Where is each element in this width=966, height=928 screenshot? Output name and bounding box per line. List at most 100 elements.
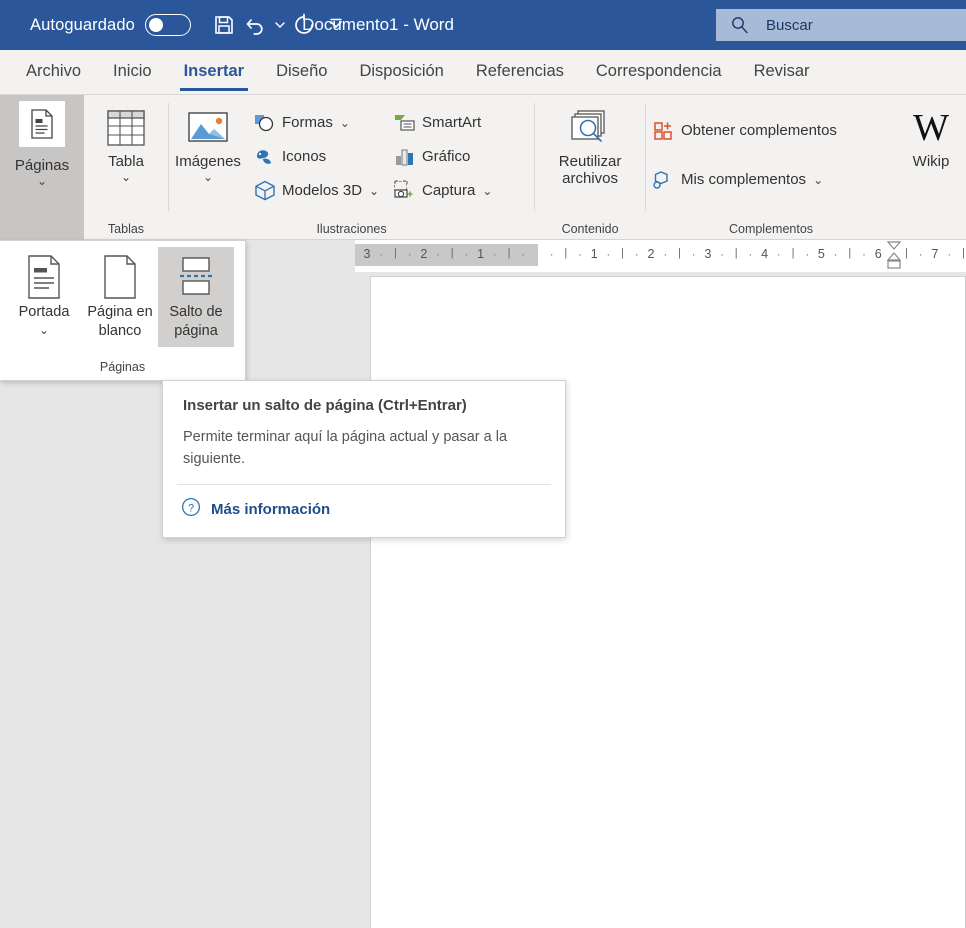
ruler-tick: | bbox=[564, 247, 568, 259]
smartart-icon bbox=[393, 113, 417, 133]
gallery-item-portada[interactable]: Portada ⌄ bbox=[6, 247, 82, 347]
my-addins-icon bbox=[652, 170, 676, 190]
complementos-col: Obtener complementos Mis complementos ⌄ bbox=[646, 101, 896, 193]
ruler-tick: | bbox=[450, 247, 454, 259]
ruler-tick: · bbox=[776, 247, 781, 261]
table-grid-icon bbox=[106, 105, 146, 151]
gallery-item-pagina-en-blanco[interactable]: Página en blanco bbox=[82, 247, 158, 347]
mis-complementos-label: Mis complementos bbox=[681, 171, 807, 188]
wikipedia-button[interactable]: W Wikip bbox=[896, 101, 966, 170]
mis-complementos-caret-icon[interactable]: ⌄ bbox=[813, 173, 823, 187]
iconos-label: Iconos bbox=[281, 148, 327, 165]
smartart-label: SmartArt bbox=[421, 114, 482, 131]
ribbon-group-contenido: Reutilizar archivos Contenido bbox=[535, 95, 645, 240]
svg-text:?: ? bbox=[188, 502, 194, 514]
captura-button[interactable]: Captura ⌄ bbox=[387, 177, 527, 204]
reutilizar-archivos-button[interactable]: Reutilizar archivos bbox=[538, 101, 642, 187]
ruler-tick: 5 bbox=[817, 247, 825, 261]
ilustraciones-col-1: Formas ⌄ Iconos Modelos 3D ⌄ bbox=[247, 101, 387, 204]
tab-correspondencia[interactable]: Correspondencia bbox=[580, 49, 738, 94]
gallery-item-pagina-en-blanco-label: Página en blanco bbox=[87, 304, 153, 339]
cover-page-icon bbox=[26, 251, 62, 303]
tab-disposicion[interactable]: Disposición bbox=[343, 49, 459, 94]
wikipedia-label: Wikip bbox=[912, 153, 950, 170]
gallery-item-portada-label: Portada bbox=[18, 304, 70, 320]
captura-caret-icon[interactable]: ⌄ bbox=[482, 184, 492, 198]
tab-inicio[interactable]: Inicio bbox=[97, 49, 168, 94]
ribbon-group-ilustraciones: Imágenes ⌄ Formas ⌄ Iconos Modelos 3D ⌄ … bbox=[169, 95, 534, 240]
page-break-icon bbox=[176, 251, 216, 303]
grafico-button[interactable]: Gráfico bbox=[387, 143, 527, 170]
obtener-complementos-button[interactable]: Obtener complementos bbox=[646, 117, 896, 144]
gallery-item-salto-de-pagina[interactable]: Salto de página bbox=[158, 247, 234, 347]
ruler-tick: 2 bbox=[420, 247, 428, 261]
paginas-button[interactable]: Páginas ⌄ bbox=[0, 95, 84, 240]
tab-referencias[interactable]: Referencias bbox=[460, 49, 580, 94]
ruler-tick: · bbox=[492, 247, 497, 261]
tooltip-title: Insertar un salto de página (Ctrl+Entrar… bbox=[183, 397, 467, 414]
mis-complementos-button[interactable]: Mis complementos ⌄ bbox=[646, 166, 896, 193]
formas-button[interactable]: Formas ⌄ bbox=[247, 109, 387, 136]
tab-archivo[interactable]: Archivo bbox=[10, 49, 97, 94]
modelos3d-button[interactable]: Modelos 3D ⌄ bbox=[247, 177, 387, 204]
ruler-tick: · bbox=[436, 247, 440, 261]
ruler-tick: · bbox=[805, 247, 810, 261]
modelos3d-caret-icon[interactable]: ⌄ bbox=[369, 184, 379, 198]
icons-bird-icon bbox=[253, 147, 277, 167]
paginas-gallery-items: Portada ⌄ Página en blanco Salto de pági… bbox=[0, 241, 245, 347]
paginas-caret-icon[interactable]: ⌄ bbox=[37, 175, 47, 187]
ribbon-group-complementos: Obtener complementos Mis complementos ⌄ … bbox=[646, 95, 966, 240]
tooltip-more-info[interactable]: ? Más información bbox=[163, 485, 565, 522]
document-page-1[interactable] bbox=[370, 276, 966, 928]
undo-dropdown-icon[interactable] bbox=[273, 9, 287, 41]
imagenes-caret-icon[interactable]: ⌄ bbox=[203, 171, 213, 183]
indent-marker-icon[interactable] bbox=[886, 241, 902, 271]
tabla-button[interactable]: Tabla ⌄ bbox=[84, 101, 168, 183]
paginas-dropdown-gallery: Portada ⌄ Página en blanco Salto de pági… bbox=[0, 240, 246, 381]
tab-insertar[interactable]: Insertar bbox=[168, 49, 261, 94]
ruler-tick: 1 bbox=[590, 247, 598, 261]
imagenes-button-label: Imágenes bbox=[175, 153, 241, 170]
autosave-toggle[interactable] bbox=[144, 14, 191, 36]
tooltip-more-info-link[interactable]: Más información bbox=[211, 501, 330, 518]
ruler-tick: · bbox=[691, 247, 696, 261]
tabla-caret-icon[interactable]: ⌄ bbox=[121, 171, 131, 183]
cube-3d-icon bbox=[253, 180, 277, 201]
undo-icon[interactable] bbox=[241, 9, 271, 41]
captura-label: Captura bbox=[421, 182, 476, 199]
gallery-item-salto-de-pagina-label: Salto de página bbox=[169, 304, 223, 339]
modelos3d-label: Modelos 3D bbox=[281, 182, 363, 199]
smartart-button[interactable]: SmartArt bbox=[387, 109, 527, 136]
ribbon-group-tablas: Tabla ⌄ Tablas bbox=[84, 95, 168, 240]
search-box[interactable]: Buscar bbox=[716, 9, 966, 41]
tab-diseno[interactable]: Diseño bbox=[260, 49, 343, 94]
ruler-tick: · bbox=[521, 247, 526, 261]
screenshot-camera-icon bbox=[393, 180, 417, 201]
pictures-icon bbox=[187, 105, 229, 151]
imagenes-button[interactable]: Imágenes ⌄ bbox=[169, 101, 247, 183]
word-application-window: Autoguardado Documento1 - Word Buscar Ar… bbox=[0, 0, 966, 928]
ruler-tick: | bbox=[393, 247, 397, 259]
group-label-tablas: Tablas bbox=[107, 222, 145, 236]
ruler-tick: | bbox=[677, 247, 681, 259]
ruler-tick: · bbox=[918, 247, 923, 261]
wikipedia-icon: W bbox=[913, 107, 949, 149]
paginas-button-label: Páginas bbox=[14, 157, 70, 174]
redo-icon[interactable] bbox=[289, 9, 319, 41]
page-1-text[interactable] bbox=[371, 277, 965, 299]
formas-caret-icon[interactable]: ⌄ bbox=[340, 116, 350, 130]
formas-label: Formas bbox=[281, 114, 333, 131]
iconos-button[interactable]: Iconos bbox=[247, 143, 387, 170]
horizontal-ruler[interactable]: 3 · | · 2 · | · 1 · | · · | · 1 · | · 2 · | · 3 · | · 4 · | · 5 · | · 6 · | · 7… bbox=[355, 240, 966, 272]
save-icon[interactable] bbox=[209, 9, 239, 41]
ruler-tick: · bbox=[947, 247, 952, 261]
ruler-tick: 4 bbox=[761, 247, 769, 261]
tab-revisar[interactable]: Revisar bbox=[738, 49, 826, 94]
ruler-tick: | bbox=[905, 247, 909, 259]
ribbon-group-paginas: Páginas ⌄ bbox=[0, 95, 84, 240]
ruler-tick: 3 bbox=[363, 247, 371, 261]
portada-caret-icon[interactable]: ⌄ bbox=[39, 323, 49, 337]
customize-qat-icon[interactable] bbox=[321, 9, 351, 41]
ruler-tick: 3 bbox=[704, 247, 712, 261]
ruler-tick: 7 bbox=[931, 247, 939, 261]
